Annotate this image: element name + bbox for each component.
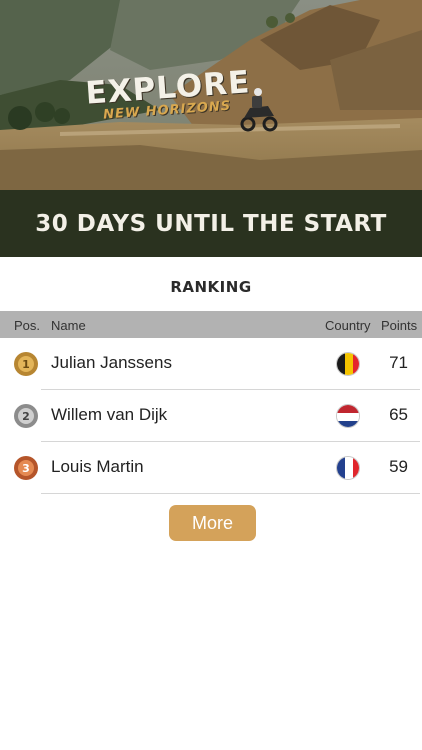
player-points: 65 xyxy=(389,405,408,424)
player-name: Louis Martin xyxy=(51,457,144,476)
france-flag-icon xyxy=(336,456,360,480)
countdown-text: 30 DAYS UNTIL THE START xyxy=(35,210,387,237)
ranking-table-header: Pos. Name Country Points xyxy=(0,311,422,338)
row-divider xyxy=(41,493,420,494)
hero-banner: EXPLORE NEW HORIZONS xyxy=(0,0,422,190)
header-points: Points xyxy=(381,318,418,333)
bronze-medal-icon: 3 xyxy=(14,456,38,480)
player-points: 71 xyxy=(389,353,408,372)
countdown-banner: 30 DAYS UNTIL THE START xyxy=(0,190,422,257)
ranking-row[interactable]: 3 Louis Martin 59 xyxy=(0,442,422,494)
ranking-title: RANKING xyxy=(170,278,252,296)
more-button[interactable]: More xyxy=(169,505,256,541)
header-pos: Pos. xyxy=(14,318,41,333)
player-name: Julian Janssens xyxy=(51,353,172,372)
belgium-flag-icon xyxy=(336,352,360,376)
player-name: Willem van Dijk xyxy=(51,405,168,424)
silver-medal-icon: 2 xyxy=(14,404,38,428)
player-points: 59 xyxy=(389,457,408,476)
header-country: Country xyxy=(325,318,371,333)
header-name: Name xyxy=(51,318,86,333)
ranking-row[interactable]: 1 Julian Janssens 71 xyxy=(0,338,422,390)
gold-medal-icon: 1 xyxy=(14,352,38,376)
netherlands-flag-icon xyxy=(336,404,360,428)
ranking-row[interactable]: 2 Willem van Dijk 65 xyxy=(0,390,422,442)
